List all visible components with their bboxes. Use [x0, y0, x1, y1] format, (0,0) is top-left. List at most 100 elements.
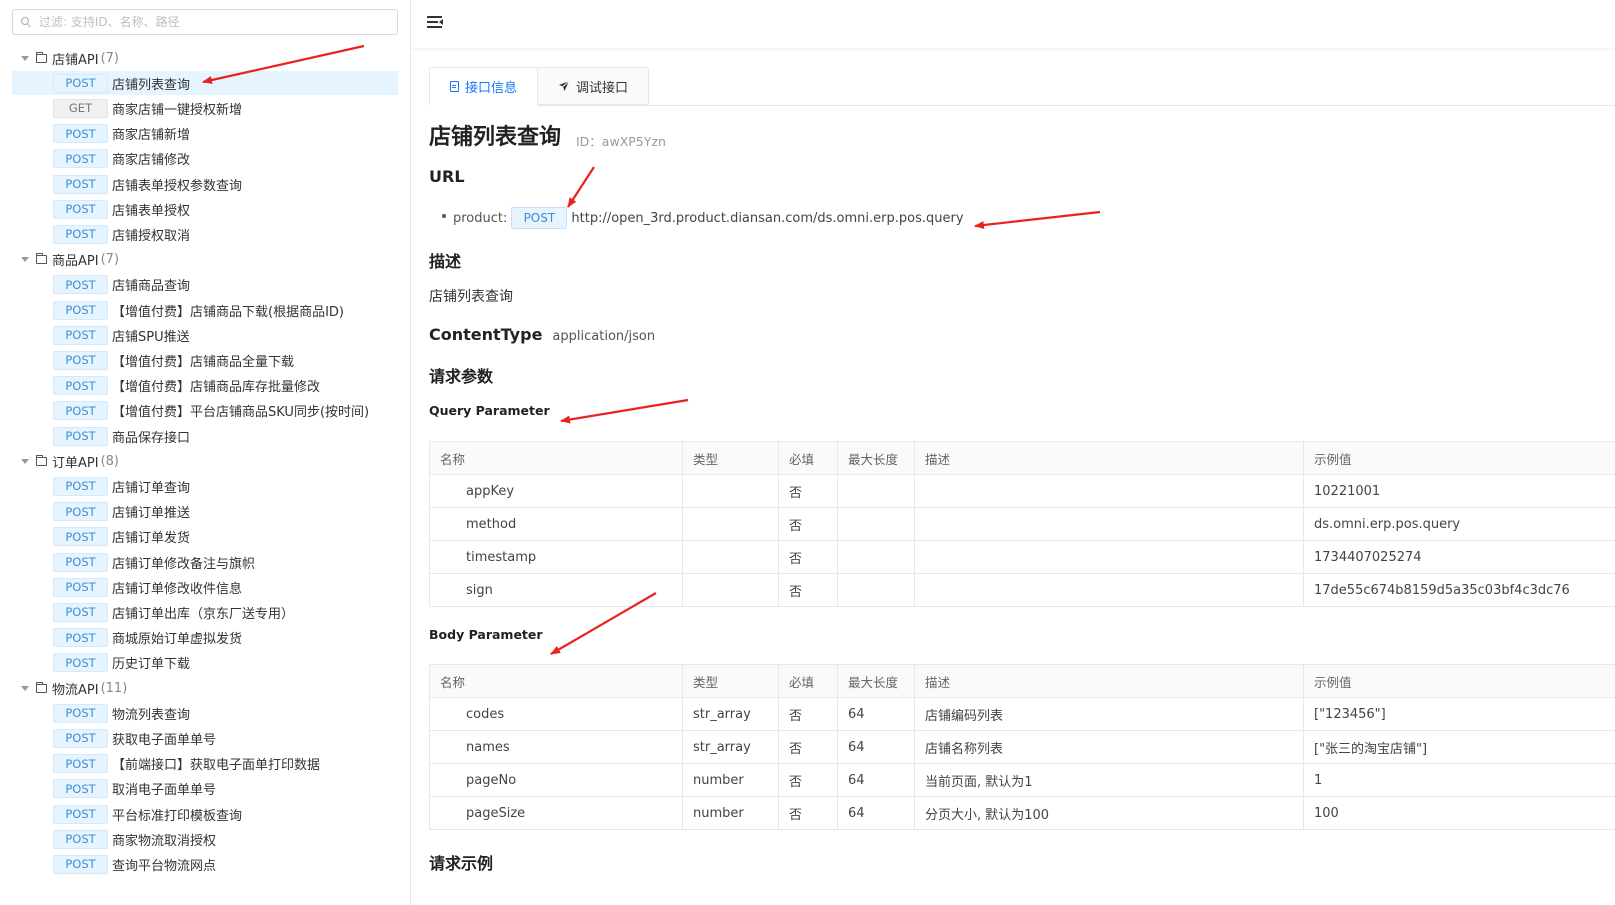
tree-item[interactable]: POST 店铺订单修改备注与旗帜 [12, 550, 398, 574]
bullet [442, 214, 446, 218]
tree-item[interactable]: POST 商品保存接口 [12, 424, 398, 448]
tree-item[interactable]: POST 物流列表查询 [12, 701, 398, 725]
tree-item[interactable]: POST 店铺订单发货 [12, 525, 398, 549]
item-label: 店铺订单查询 [112, 480, 191, 496]
tree-item[interactable]: POST 【增值付费】店铺商品库存批量修改 [12, 374, 398, 398]
table-header-row: 名称 类型 必填 最大长度 描述 示例值 [429, 664, 1615, 698]
table-cell: number [682, 763, 779, 797]
tree-item[interactable]: POST 店铺商品查询 [12, 273, 398, 297]
method-badge: POST [53, 476, 108, 496]
tree-item[interactable]: POST 历史订单下载 [12, 651, 398, 675]
group-count: (11) [100, 680, 128, 696]
tree-item[interactable]: POST 平台标准打印模板查询 [12, 802, 398, 826]
column-header: 描述 [914, 664, 1304, 698]
tree-group[interactable]: 店铺API (7) [12, 46, 398, 70]
tree-item[interactable]: POST 店铺SPU推送 [12, 323, 398, 347]
table-cell: number [682, 796, 779, 830]
table-cell: 10221001 [1303, 474, 1615, 508]
item-label: 商家店铺新增 [112, 128, 191, 144]
column-header: 最大长度 [837, 664, 915, 698]
caret-down-icon[interactable] [21, 458, 29, 464]
tab-api-info[interactable]: 接口信息 [429, 67, 539, 106]
table-cell: method [429, 507, 683, 541]
method-badge: POST [53, 199, 108, 219]
tree-item[interactable]: POST 店铺授权取消 [12, 222, 398, 246]
tab-debug-api[interactable]: 调试接口 [537, 67, 650, 105]
table-cell: codes [429, 697, 683, 731]
caret-down-icon[interactable] [21, 55, 29, 61]
tree-item[interactable]: POST 店铺订单查询 [12, 474, 398, 498]
item-label: 物流列表查询 [112, 707, 191, 723]
item-label: 店铺表单授权 [112, 203, 191, 219]
method-badge: POST [53, 73, 108, 93]
tree-item[interactable]: POST 查询平台物流网点 [12, 852, 398, 876]
tree-item[interactable]: POST 店铺订单推送 [12, 500, 398, 524]
folder-icon [35, 681, 47, 693]
table-cell [914, 507, 1304, 541]
table-cell: 当前页面, 默认为1 [914, 763, 1304, 797]
tree-item[interactable]: POST 【增值付费】平台店铺商品SKU同步(按时间) [12, 399, 398, 423]
filter-box[interactable] [12, 9, 398, 35]
body-parameter-heading: Body Parameter [429, 627, 543, 642]
description-heading: 描述 [429, 252, 462, 271]
method-badge: POST [53, 174, 108, 194]
table-cell [914, 573, 1304, 607]
table-cell [837, 540, 915, 574]
method-badge: POST [53, 224, 108, 244]
table-cell: str_array [682, 730, 779, 764]
tree-item[interactable]: POST 【前端接口】获取电子面单打印数据 [12, 752, 398, 776]
folder-icon [35, 454, 47, 466]
body-parameter-table: 名称 类型 必填 最大长度 描述 示例值 codes str_array 否 64 店铺编码列表[… [429, 664, 1615, 830]
item-label: 查询平台物流网点 [112, 858, 217, 874]
tree-item[interactable]: GET 商家店铺一键授权新增 [12, 96, 398, 120]
table-row: names str_array 否 64 店铺名称列表 ["张三的淘宝店铺"] [429, 730, 1615, 764]
tree-item[interactable]: POST 【增值付费】店铺商品全量下载 [12, 348, 398, 372]
caret-down-icon[interactable] [21, 257, 29, 263]
item-label: 【前端接口】获取电子面单打印数据 [112, 758, 321, 774]
table-row: timestamp 否 1734407025274 [429, 540, 1615, 574]
table-cell: 64 [837, 763, 915, 797]
tree-item[interactable]: POST 商家物流取消授权 [12, 827, 398, 851]
tree-group[interactable]: 订单API (8) [12, 449, 398, 473]
table-cell: ["123456"] [1303, 697, 1615, 731]
table-cell: 否 [778, 573, 838, 607]
content-type-label: ContentType [429, 325, 543, 344]
method-badge: POST [53, 502, 108, 522]
document-icon [450, 81, 459, 92]
top-bar [411, 0, 1615, 48]
tree-item[interactable]: POST 店铺表单授权 [12, 197, 398, 221]
method-badge: GET [53, 98, 108, 118]
method-badge: POST [53, 325, 108, 345]
column-header: 示例值 [1303, 441, 1615, 475]
tree-item[interactable]: POST 【增值付费】店铺商品下载(根据商品ID) [12, 298, 398, 322]
tree-item[interactable]: POST 店铺表单授权参数查询 [12, 172, 398, 196]
tree-item[interactable]: POST 商家店铺新增 [12, 122, 398, 146]
tree-item[interactable]: POST 获取电子面单单号 [12, 726, 398, 750]
tab-label: 接口信息 [465, 81, 518, 96]
tree-item[interactable]: POST 商城原始订单虚拟发货 [12, 626, 398, 650]
item-label: 【增值付费】平台店铺商品SKU同步(按时间) [112, 405, 370, 421]
tree-item[interactable]: POST 店铺列表查询 [12, 71, 398, 96]
item-label: 店铺SPU推送 [112, 329, 190, 345]
menu-fold-icon[interactable] [427, 15, 443, 29]
tree-item[interactable]: POST 取消电子面单单号 [12, 777, 398, 801]
method-badge: POST [53, 401, 108, 421]
item-label: 店铺表单授权参数查询 [112, 178, 243, 194]
tree-item[interactable]: POST 店铺订单修改收件信息 [12, 575, 398, 599]
request-example-heading: 请求示例 [429, 854, 494, 873]
filter-input[interactable] [37, 14, 381, 30]
tree-item[interactable]: POST 店铺订单出库（京东厂送专用） [12, 600, 398, 624]
table-cell: 1734407025274 [1303, 540, 1615, 574]
item-label: 店铺订单推送 [112, 506, 191, 522]
item-label: 店铺订单出库（京东厂送专用） [112, 606, 295, 622]
tree-group[interactable]: 商品API (7) [12, 248, 398, 272]
query-parameter-heading: Query Parameter [429, 403, 550, 418]
table-cell: 否 [778, 763, 838, 797]
tree-item[interactable]: POST 商家店铺修改 [12, 147, 398, 171]
table-cell: 64 [837, 697, 915, 731]
request-params-heading: 请求参数 [429, 367, 494, 386]
tree-group[interactable]: 物流API (11) [12, 676, 398, 700]
group-count: (8) [100, 453, 119, 469]
caret-down-icon[interactable] [21, 685, 29, 691]
method-badge: POST [53, 426, 108, 446]
